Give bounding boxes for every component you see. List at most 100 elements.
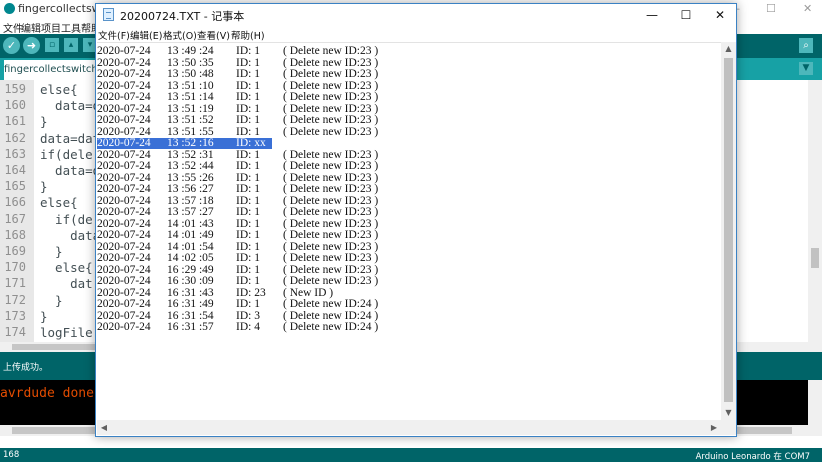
notepad-icon [103,8,114,21]
verify-icon[interactable]: ✓ [3,37,20,54]
log-line: 2020-07-24 13 :50 :48 ID: 1 ( Delete new ID… [97,68,417,80]
upload-icon[interactable]: ➜ [23,37,40,54]
menu-file[interactable]: 文件(F) [98,28,130,42]
log-date: 2020-07-24 [97,206,151,218]
log-line: 2020-07-24 13 :56 :27 ID: 1 ( Delete new ID… [97,183,417,195]
log-line: 2020-07-24 13 :51 :14 ID: 1 ( Delete new ID… [97,91,417,103]
notepad-horizontal-scrollbar[interactable]: ◀ ▶ [97,420,721,435]
code-line: data=dat [40,130,101,146]
log-line: 2020-07-24 13 :52 :31 ID: 1 ( Delete new ID… [97,148,417,161]
line-number: 162 [4,130,26,145]
log-note: ( Delete new ID:23 ) [283,79,379,92]
arduino-logo-icon [4,3,15,14]
ide-menu-file[interactable]: 文件 [3,20,23,35]
log-id: ID: 1 [236,171,260,184]
line-number: 167 [4,211,26,226]
log-time: 13 :56 :27 [167,183,214,195]
editor-scroll-thumb[interactable] [811,248,819,268]
log-line: 2020-07-24 13 :51 :10 ID: 1 ( Delete new ID… [97,79,417,92]
menu-help[interactable]: 帮助(H) [231,28,265,42]
log-id: ID: 1 [236,229,260,241]
menu-edit[interactable]: 编辑(E) [130,28,162,42]
log-line: 2020-07-24 16 :30 :09 ID: 1 ( Delete new ID… [97,275,417,287]
open-sketch-icon[interactable]: ▴ [64,38,78,52]
line-number: 171 [4,276,26,291]
notepad-vertical-scrollbar[interactable]: ▲ ▼ [721,42,736,420]
log-time: 16 :31 :54 [167,309,214,322]
log-note: ( Delete new ID:24 ) [283,321,379,333]
notepad-scroll-thumb[interactable] [724,58,733,402]
log-note: ( Delete new ID:23 ) [283,125,379,138]
log-time: 14 :02 :05 [167,252,214,264]
close-button[interactable]: ✕ [703,4,737,26]
log-line: 2020-07-24 16 :31 :49 ID: 1 ( Delete new ID… [97,298,417,310]
log-id: ID: 1 [236,263,260,276]
log-time: 13 :52 :44 [167,160,214,172]
log-line: 2020-07-24 13 :49 :24 ID: 1 ( Delete new ID… [97,45,417,57]
log-date: 2020-07-24 [97,68,151,80]
ide-menu-edit[interactable]: 编辑 [21,20,41,35]
scroll-right-icon[interactable]: ▶ [707,420,721,435]
new-sketch-icon[interactable]: ▫ [45,38,59,52]
log-date: 2020-07-24 [97,263,151,276]
minimize-button[interactable]: — [635,4,669,26]
tab-menu-icon[interactable]: ▼ [799,62,813,75]
ide-menu-tools[interactable]: 工具 [61,20,81,35]
log-date: 2020-07-24 [97,102,151,115]
code-line: } [40,179,48,195]
log-time: 13 :51 :52 [167,114,214,126]
code-line: } [40,292,63,308]
log-note: ( Delete new ID:23 ) [283,183,379,195]
log-line: 2020-07-24 13 :57 :18 ID: 1 ( Delete new ID… [97,194,417,207]
log-note: ( Delete new ID:23 ) [283,45,379,57]
scroll-left-icon[interactable]: ◀ [97,420,111,435]
editor-vertical-scrollbar[interactable] [808,80,822,342]
log-time: 14 :01 :49 [167,229,214,241]
line-number: 161 [4,114,26,129]
log-time: 16 :30 :09 [167,275,214,287]
notepad-text-area[interactable]: 2020-07-24 13 :49 :24 ID: 1 ( Delete new ID… [97,42,721,421]
code-line: dat [40,276,93,292]
log-id: ID: 1 [236,298,260,310]
log-note: ( Delete new ID:23 ) [283,102,379,115]
log-date: 2020-07-24 [97,217,151,230]
line-number: 166 [4,195,26,210]
log-time: 13 :57 :18 [167,194,214,207]
scroll-down-icon[interactable]: ▼ [721,406,736,420]
log-note: ( Delete new ID:23 ) [283,171,379,184]
maximize-button[interactable]: ☐ [669,4,703,26]
log-line: 2020-07-24 16 :29 :49 ID: 1 ( Delete new ID… [97,263,417,276]
code-line: data [40,227,101,243]
console-output: avrdude done. [0,386,102,401]
ide-close-button[interactable]: ✕ [803,2,812,15]
resize-grip[interactable] [721,420,736,435]
log-time: 13 :57 :27 [167,206,214,218]
upload-status-message: 上传成功。 [3,363,49,373]
scroll-up-icon[interactable]: ▲ [721,42,736,56]
serial-monitor-icon[interactable]: ⌕ [799,38,813,53]
log-date: 2020-07-24 [97,309,151,322]
code-line: logFile [40,325,93,340]
log-line: 2020-07-24 13 :50 :35 ID: 1 ( Delete new ID… [97,57,417,69]
log-id: ID: 1 [236,252,260,264]
log-line: 2020-07-24 13 :51 :52 ID: 1 ( Delete new ID… [97,114,417,126]
log-note: ( Delete new ID:24 ) [283,298,379,310]
tab-fingercollectswitch[interactable]: fingercollectswitch [4,60,98,80]
console-vertical-scrollbar[interactable] [808,380,822,436]
line-number: 172 [4,292,26,307]
log-date: 2020-07-24 [97,45,151,57]
log-id: ID: 1 [236,275,260,287]
log-id: ID: 1 [236,125,260,138]
ide-menu-sketch[interactable]: 项目 [41,20,61,35]
menu-format[interactable]: 格式(O) [163,28,197,42]
ide-maximize-button[interactable]: ☐ [766,2,776,15]
log-date: 2020-07-24 [97,183,151,195]
line-number: 160 [4,98,26,113]
board-port-info: Arduino Leonardo 在 COM7 [695,452,810,462]
log-note: ( Delete new ID:23 ) [283,217,379,230]
log-id: ID: 1 [236,148,260,161]
menu-view[interactable]: 查看(V) [197,28,230,42]
log-line: 2020-07-24 14 :02 :05 ID: 1 ( Delete new ID… [97,252,417,264]
log-id: ID: xx [236,137,266,149]
log-date: 2020-07-24 [97,91,151,103]
